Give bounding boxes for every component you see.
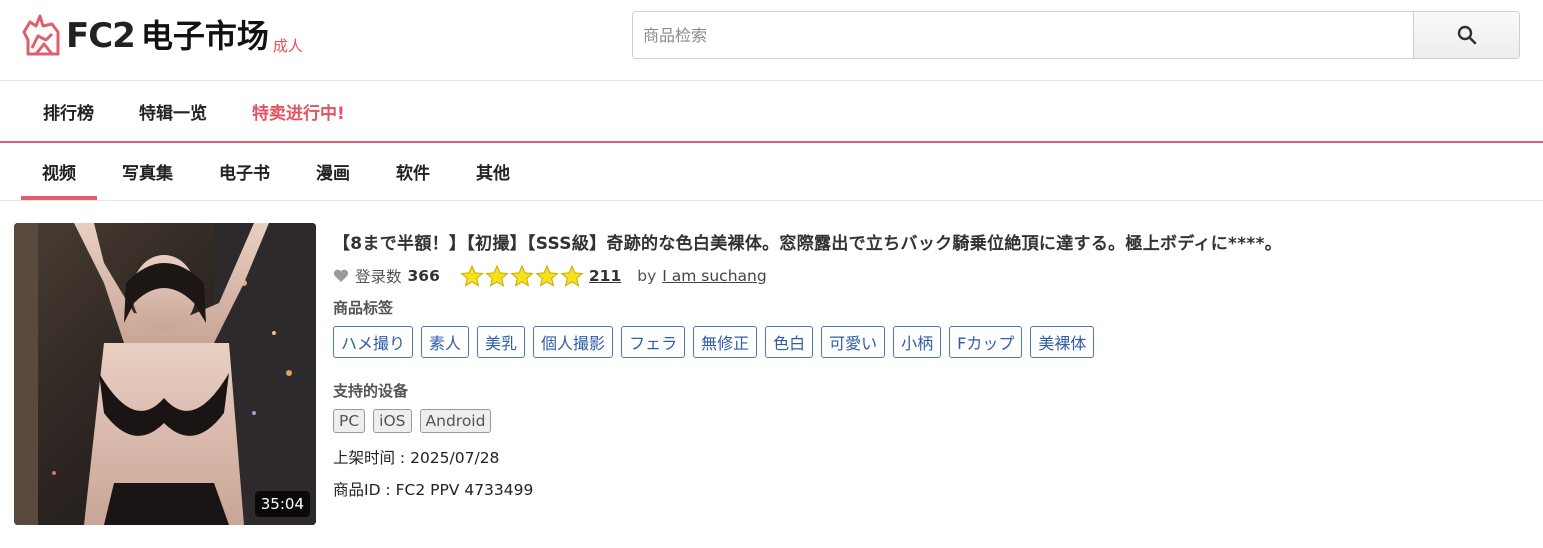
nav-ranking[interactable]: 排行榜 [43,99,94,124]
tag-item[interactable]: 美裸体 [1030,326,1095,358]
tab-video[interactable]: 视频 [21,143,97,200]
search-input[interactable] [633,12,1413,58]
nav-sale[interactable]: 特卖进行中! [252,99,345,124]
tab-manga[interactable]: 漫画 [295,143,371,200]
tag-list: ハメ撮り 素人 美乳 個人撮影 フェラ 無修正 色白 可愛い 小柄 Fカップ 美裸体 [333,326,1523,358]
device-badge: iOS [373,409,412,433]
device-badge: Android [419,409,492,433]
rating-stars [460,265,585,287]
tag-item[interactable]: 素人 [421,326,470,358]
tab-ebook[interactable]: 电子书 [198,143,291,200]
favorites-label: 登录数 [355,268,402,286]
author-link[interactable]: I am suchang [662,267,766,285]
unicorn-logo-icon [22,14,60,56]
logo-market-text: 电子市场 [140,17,269,55]
product-meta: 登录数 366 211 by I am suchang [333,264,1523,288]
star-icon [560,265,584,287]
product-info: 【8まで半額！】【初撮】【SSS級】奇跡的な色白美裸体。窓際露出で立ちバック騎乗… [333,223,1523,500]
heart-icon[interactable] [333,269,349,283]
thumbnail-image [14,223,316,525]
review-count-link[interactable]: 211 [589,267,621,285]
release-date: 上架时间 : 2025/07/28 [333,449,500,467]
top-nav: 排行榜 特辑一览 特卖进行中! [0,81,1543,143]
site-logo[interactable]: FC2 电子市场 成人 [22,14,303,58]
tag-item[interactable]: ハメ撮り [333,326,414,358]
by-label: by [637,267,657,285]
search-button[interactable] [1413,12,1519,58]
category-tabs: 视频 写真集 电子书 漫画 软件 其他 [0,143,1543,201]
video-duration: 35:04 [254,491,310,517]
tag-item[interactable]: 無修正 [693,326,758,358]
star-icon [485,265,509,287]
device-badge: PC [333,409,366,433]
product-thumbnail[interactable]: 35:04 [14,223,316,525]
product-title[interactable]: 【8まで半額！】【初撮】【SSS級】奇跡的な色白美裸体。窓際露出で立ちバック騎乗… [333,229,1523,254]
tag-item[interactable]: 個人撮影 [533,326,614,358]
site-header: FC2 电子市场 成人 [0,0,1543,81]
favorites-count: 366 [407,267,440,285]
search-bar [632,11,1520,59]
logo-adult-label: 成人 [272,37,303,55]
logo-fc2-text: FC2 [66,16,136,56]
product-id: 商品ID : FC2 PPV 4733499 [333,481,534,499]
tag-item[interactable]: 美乳 [477,326,526,358]
star-icon [510,265,534,287]
tag-item[interactable]: 小柄 [893,326,942,358]
tag-item[interactable]: 色白 [765,326,814,358]
nav-features[interactable]: 特辑一览 [139,99,207,124]
tab-photobook[interactable]: 写真集 [101,143,194,200]
star-icon [535,265,559,287]
tab-other[interactable]: 其他 [455,143,531,200]
search-icon [1457,25,1476,45]
star-icon [460,265,484,287]
tag-item[interactable]: 可愛い [821,326,886,358]
tags-label: 商品标签 [333,299,394,317]
device-list: PC iOS Android [333,409,1523,433]
tab-software[interactable]: 软件 [375,143,451,200]
devices-label: 支持的设备 [333,382,409,400]
tag-item[interactable]: Fカップ [949,326,1023,358]
tag-item[interactable]: フェラ [621,326,686,358]
